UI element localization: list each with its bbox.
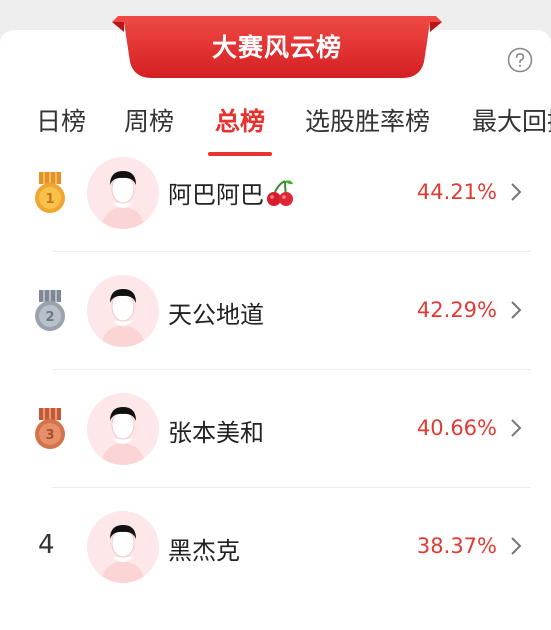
avatar[interactable] — [87, 511, 159, 583]
return-percent: 42.29% — [416, 298, 497, 322]
svg-text:1: 1 — [45, 192, 54, 207]
leaderboard-row-4[interactable]: 4 黑杰克 38.37% — [0, 488, 551, 606]
bronze-medal-icon: 3 — [35, 408, 65, 449]
trader-name: 阿巴阿巴 — [168, 175, 295, 210]
svg-text:2: 2 — [45, 310, 54, 325]
tab-max-drawdown[interactable]: 最大回撤 — [472, 105, 551, 139]
return-percent: 44.21% — [416, 180, 497, 204]
active-tab-indicator — [208, 152, 272, 156]
chevron-right-icon[interactable] — [508, 535, 524, 557]
avatar[interactable] — [87, 157, 159, 229]
chevron-right-icon[interactable] — [508, 181, 524, 203]
banner-title: 大赛风云榜 — [211, 33, 342, 62]
help-circle-icon[interactable] — [507, 47, 533, 73]
trader-name: 黑杰克 — [168, 537, 240, 565]
return-percent: 40.66% — [416, 416, 497, 440]
svg-text:3: 3 — [45, 428, 54, 443]
cherry-icon — [267, 180, 293, 206]
trader-name: 天公地道 — [168, 301, 264, 329]
avatar[interactable] — [87, 275, 159, 347]
tab-overall[interactable]: 总榜 — [215, 105, 265, 139]
tab-daily[interactable]: 日榜 — [36, 105, 86, 139]
tab-win-rate[interactable]: 选股胜率榜 — [305, 105, 430, 139]
chevron-right-icon[interactable] — [508, 417, 524, 439]
avatar[interactable] — [87, 393, 159, 465]
title-banner: 大赛风云榜 — [112, 16, 442, 78]
tab-weekly[interactable]: 周榜 — [124, 105, 174, 139]
leaderboard-row-2[interactable]: 2 天公地道 42.29% — [0, 252, 551, 370]
trader-name: 张本美和 — [168, 419, 264, 447]
rank-number: 4 — [38, 530, 55, 560]
period-tabs: 日榜 周榜 总榜 选股胜率榜 最大回撤 — [0, 105, 551, 157]
return-percent: 38.37% — [416, 534, 497, 558]
chevron-right-icon[interactable] — [508, 299, 524, 321]
silver-medal-icon: 2 — [35, 290, 65, 331]
leaderboard-row-3[interactable]: 3 张本美和 40.66% — [0, 370, 551, 488]
gold-medal-icon: 1 — [35, 172, 65, 213]
